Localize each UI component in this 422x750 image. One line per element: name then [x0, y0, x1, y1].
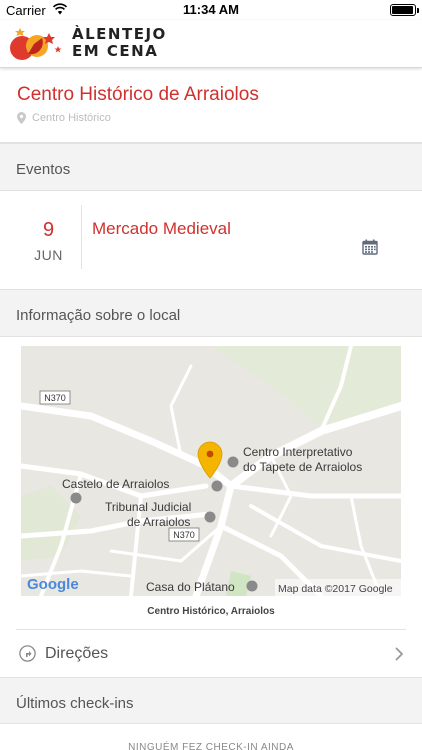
road-shield-n370-mid: N370 [168, 527, 200, 542]
place-category-label: Centro Histórico [32, 112, 111, 124]
info-heading: Informação sobre o local [16, 307, 181, 324]
checkins-empty-message: NINGUÉM FEZ CHECK-IN AINDA [128, 742, 294, 750]
map-caption: Centro Histórico, Arraiolos [147, 606, 275, 617]
place-category: Centro Histórico [17, 112, 111, 124]
events-heading: Eventos [16, 161, 71, 178]
map-label-interpretive-center-2: do Tapete de Arraiolos [243, 460, 362, 474]
place-header: Centro Histórico de Arraiolos Centro His… [0, 68, 422, 143]
app-logo[interactable]: ÀLENTEJO EM CENA [8, 22, 168, 66]
directions-icon [19, 645, 36, 662]
app-header: ÀLENTEJO EM CENA [0, 20, 422, 68]
battery-icon [390, 4, 419, 16]
event-date: 9 JUN [16, 205, 82, 269]
calendar-icon[interactable] [362, 239, 378, 255]
road-shield-n370-top: N370 [39, 390, 71, 405]
location-pin-icon [17, 112, 26, 124]
map-label-castle: Castelo de Arraiolos [62, 477, 169, 491]
map-label-casa-platano: Casa do Plátano [146, 580, 235, 594]
event-month: JUN [34, 247, 63, 263]
map-label-court-2: de Arraiolos [127, 515, 190, 529]
chevron-right-icon [395, 647, 403, 661]
checkins-heading: Últimos check-ins [16, 695, 134, 712]
status-bar: Carrier 11:34 AM [0, 0, 422, 20]
checkins-section-header: Últimos check-ins [0, 677, 422, 724]
svg-text:N370: N370 [173, 530, 195, 540]
hotel-poi-icon [246, 580, 258, 592]
castle-poi-icon [70, 492, 82, 504]
event-title[interactable]: Mercado Medieval [92, 219, 231, 239]
court-poi-icon [204, 511, 216, 523]
google-logo: Google [27, 576, 79, 593]
info-section-header: Informação sobre o local [0, 289, 422, 337]
museum-poi-icon [227, 456, 239, 468]
logo-text: ÀLENTEJO EM CENA [72, 25, 167, 60]
directions-label: Direções [45, 645, 109, 662]
map-label-court: Tribunal Judicial [105, 500, 191, 514]
clock: 11:34 AM [183, 2, 239, 17]
event-day: 9 [42, 219, 55, 241]
landmark-poi-icon [211, 480, 223, 492]
logo-mark-icon [10, 28, 62, 60]
map-attribution: Map data ©2017 Google [278, 583, 393, 595]
event-row[interactable]: 9 JUN [0, 191, 422, 289]
directions-button[interactable]: Direções [16, 629, 406, 677]
events-section-header: Eventos [0, 143, 422, 191]
map-label-interpretive-center: Centro Interpretativo [243, 445, 353, 459]
location-map[interactable]: N370 N370 Centro Interpretativo do Tapet… [21, 346, 401, 596]
map-canvas: N370 N370 Centro Interpretativo do Tapet… [21, 346, 401, 596]
svg-text:N370: N370 [44, 393, 66, 403]
place-title: Centro Histórico de Arraiolos [17, 84, 259, 105]
